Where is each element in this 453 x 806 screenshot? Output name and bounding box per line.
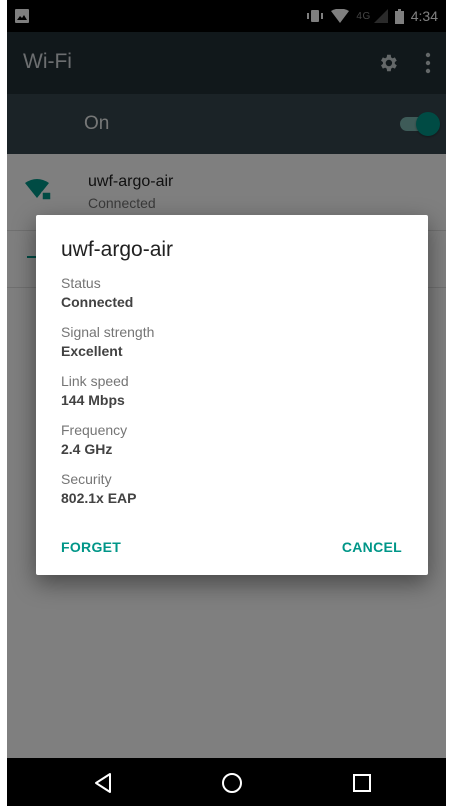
cancel-button[interactable]: CANCEL: [342, 539, 402, 555]
field-label: Link speed: [61, 373, 129, 389]
signal-strength-field: Signal strength Excellent: [61, 323, 154, 361]
field-label: Signal strength: [61, 324, 155, 340]
back-icon[interactable]: [93, 772, 115, 794]
home-icon[interactable]: [221, 772, 243, 794]
android-screen: 4G 4:34 Wi-Fi On: [7, 0, 446, 806]
dialog-title: uwf-argo-air: [61, 238, 174, 261]
field-value: 144 Mbps: [61, 392, 125, 408]
link-speed-field: Link speed 144 Mbps: [61, 372, 129, 410]
field-label: Security: [61, 471, 112, 487]
field-value: 802.1x EAP: [61, 490, 137, 506]
field-label: Frequency: [61, 422, 128, 438]
field-value: Excellent: [61, 343, 123, 359]
navigation-bar: [7, 758, 446, 806]
field-value: Connected: [61, 294, 134, 310]
frequency-field: Frequency 2.4 GHz: [61, 421, 127, 459]
status-field: Status Connected: [61, 274, 133, 312]
field-value: 2.4 GHz: [61, 441, 113, 457]
recents-icon[interactable]: [351, 772, 373, 794]
field-label: Status: [61, 275, 101, 291]
forget-button[interactable]: FORGET: [61, 539, 121, 555]
network-details-dialog: uwf-argo-air Status Connected Signal str…: [36, 215, 428, 575]
security-field: Security 802.1x EAP: [61, 470, 137, 508]
